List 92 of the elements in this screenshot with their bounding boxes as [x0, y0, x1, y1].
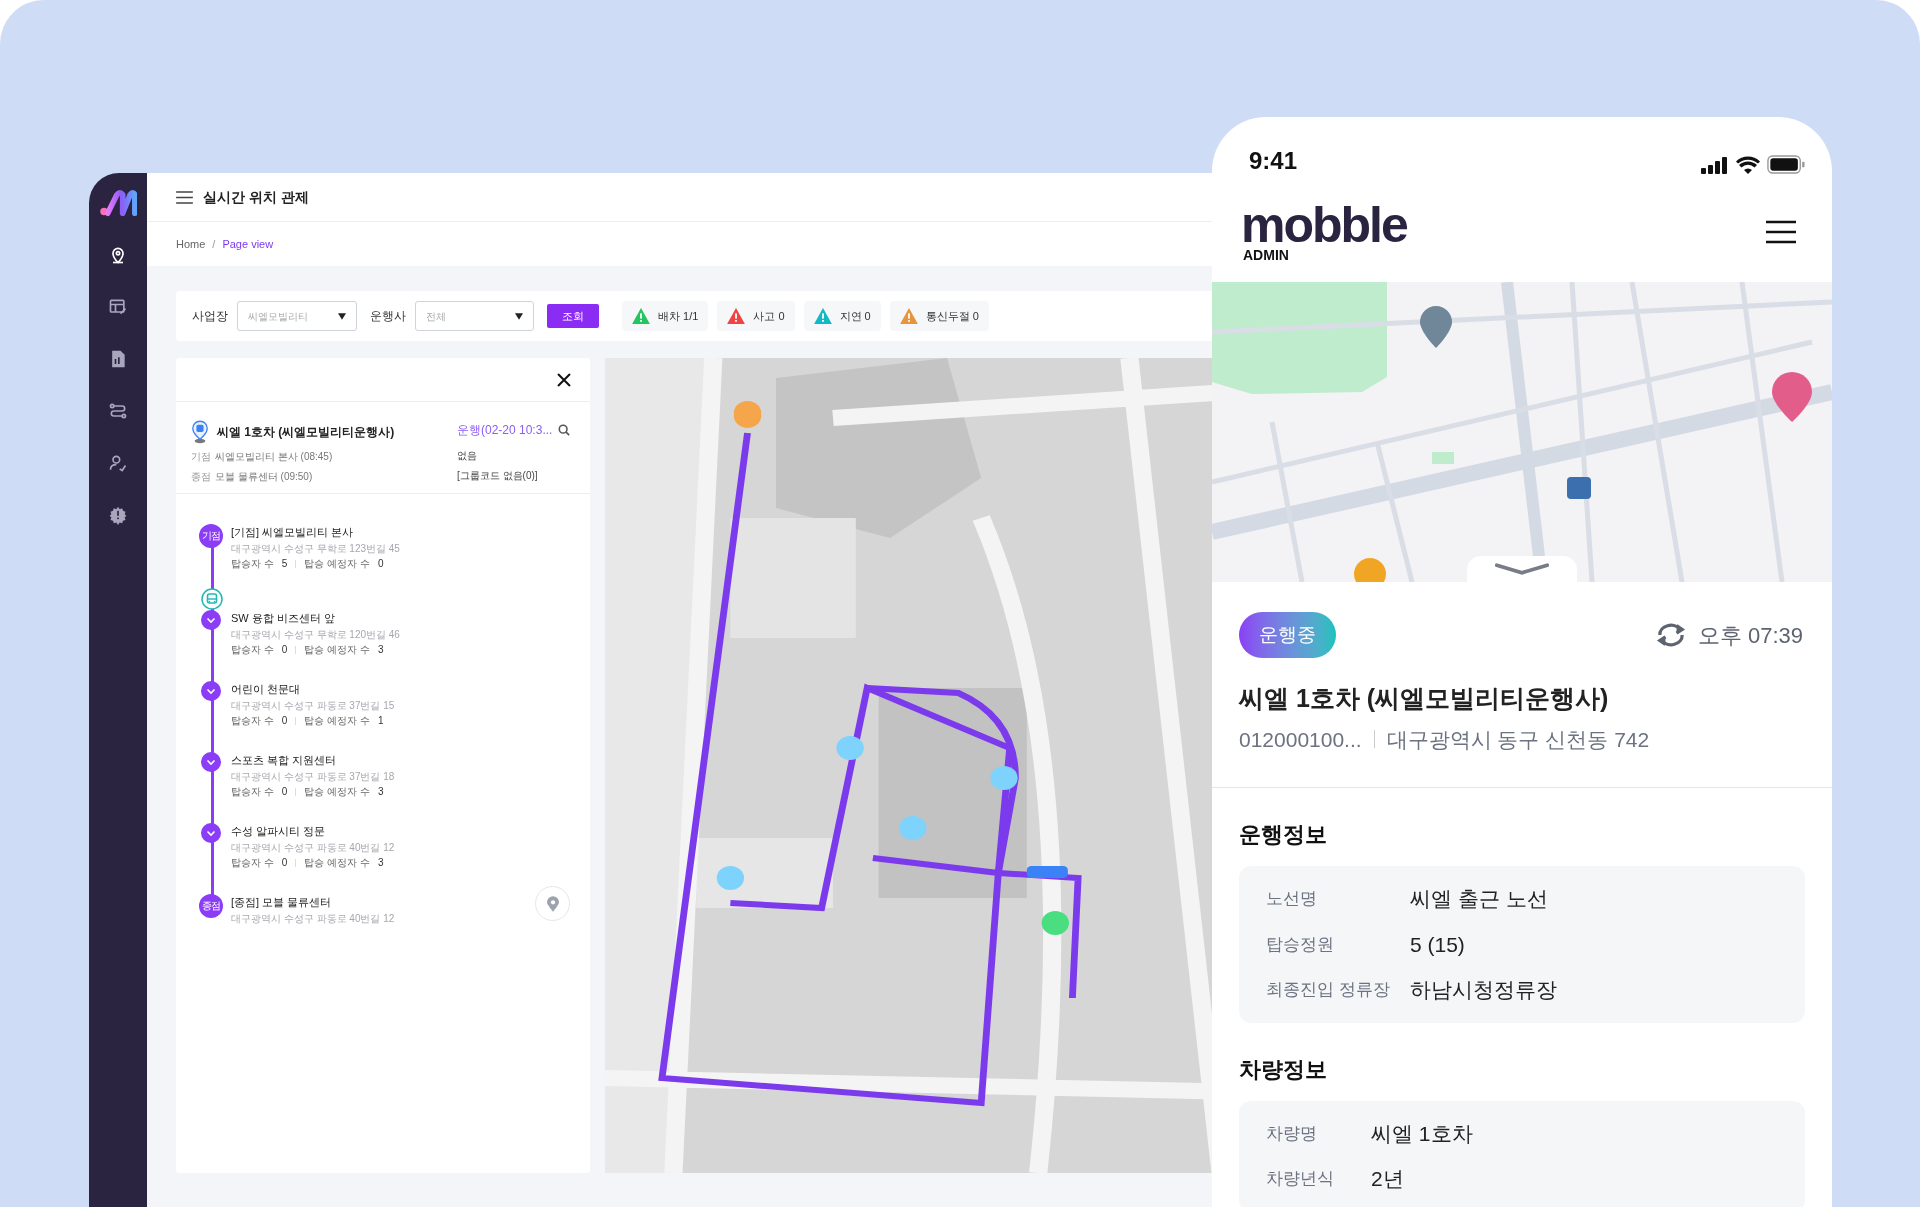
- count-label: 탑승자 수: [231, 714, 274, 728]
- bus-pin-icon: [191, 420, 209, 444]
- info-value: 하남시청정류장: [1410, 977, 1557, 1003]
- info-label: 차량명: [1266, 1122, 1318, 1145]
- vehicle-address: 대구광역시 동구 신천동 742: [1386, 726, 1650, 753]
- chevron-stop-icon[interactable]: [201, 823, 221, 843]
- caret-icon: [338, 312, 346, 320]
- caret-icon: [515, 312, 523, 320]
- filter-label: 운행사: [370, 308, 406, 325]
- chevron-stop-icon[interactable]: [201, 610, 221, 630]
- page-title: 실시간 위치 관제: [203, 187, 309, 207]
- search-button[interactable]: 조회: [547, 304, 599, 328]
- stop-name: 스포츠 복합 지원센터: [231, 753, 338, 768]
- menu-icon[interactable]: [1766, 220, 1796, 244]
- signal-icon: [1701, 155, 1729, 174]
- battery-icon: [1767, 155, 1805, 174]
- stop-name: SW 융합 비즈센터 앞: [231, 611, 336, 626]
- count-label: 탑승 예정자 수: [304, 643, 370, 657]
- count-label: 탑승 예정자 수: [304, 785, 370, 799]
- count-value: 0: [281, 785, 288, 799]
- count-value: 0: [281, 643, 288, 657]
- chip-label: 배차 1/1: [658, 308, 699, 324]
- info-value: 2년: [1371, 1166, 1404, 1192]
- logo-icon: [99, 189, 137, 217]
- info-label: 탑승정원: [1266, 933, 1335, 956]
- count-value: 0: [281, 714, 288, 728]
- brand-logo: mobble: [1241, 202, 1407, 248]
- count-value: 5: [281, 557, 288, 571]
- stop-address: 대구광역시 수성구 파동로 40번길 12: [231, 841, 395, 855]
- wifi-icon: [1736, 155, 1760, 174]
- vehicle-title: 씨엘 1호차 (씨엘모빌리티운행사): [217, 424, 395, 441]
- stop-marker: 종점: [199, 894, 223, 918]
- chip-label: 지연 0: [839, 308, 871, 324]
- field-value: 모블 물류센터 (09:50): [215, 470, 313, 484]
- note-text: 없음: [457, 449, 478, 463]
- chip-label: 통신두절 0: [925, 308, 979, 324]
- status-time: 9:41: [1249, 146, 1298, 176]
- chip-label: 사고 0: [753, 308, 785, 324]
- stop-name: [기점] 씨엘모빌리티 본사: [231, 525, 355, 540]
- status-badge: 운행중: [1239, 612, 1336, 658]
- close-icon[interactable]: [557, 372, 571, 387]
- trip-status-link[interactable]: 운행(02-20 10:3...: [457, 421, 553, 439]
- breadcrumb-separator: /: [212, 236, 216, 252]
- breadcrumb-link[interactable]: Page view: [222, 235, 274, 253]
- section-title: 운행정보: [1239, 821, 1328, 849]
- menu-icon[interactable]: [176, 190, 193, 204]
- stop-name: 어린이 천문대: [231, 682, 302, 697]
- device-id: 012000100...: [1239, 726, 1362, 753]
- location-pin-icon: [546, 895, 559, 912]
- field-label: 종점: [191, 470, 211, 484]
- field-label: 기점: [191, 450, 211, 464]
- field-value: 씨엘모빌리티 본사 (08:45): [215, 450, 333, 464]
- stop-address: 대구광역시 수성구 무학로 123번길 45: [231, 542, 400, 556]
- count-label: 탑승 예정자 수: [304, 557, 370, 571]
- stop-marker: 기점: [199, 524, 223, 548]
- count-label: 탑승 예정자 수: [304, 714, 370, 728]
- info-value: 5 (15): [1410, 931, 1465, 958]
- count-value: 0: [281, 856, 288, 870]
- updated-time: 오후 07:39: [1697, 621, 1803, 650]
- info-value: 씨엘 1호차: [1371, 1120, 1473, 1147]
- count-value: 3: [377, 856, 384, 870]
- breadcrumb-link[interactable]: Home: [176, 235, 206, 253]
- stop-address: 대구광역시 수성구 파동로 37번길 15: [231, 699, 395, 713]
- dropdown-value: 씨엘모빌리티: [248, 309, 308, 324]
- count-value: 3: [377, 643, 384, 657]
- bus-icon: [201, 588, 223, 610]
- chevron-stop-icon[interactable]: [201, 752, 221, 772]
- info-label: 노선명: [1266, 888, 1318, 910]
- count-label: 탑승자 수: [231, 643, 274, 657]
- count-value: 1: [377, 714, 384, 728]
- vehicle-title: 씨엘 1호차 (씨엘모빌리티운행사): [1239, 683, 1610, 714]
- chevron-stop-icon[interactable]: [201, 681, 221, 701]
- stop-address: 대구광역시 수성구 파동로 37번길 18: [231, 770, 395, 784]
- info-label: 최종진입 정류장: [1266, 979, 1391, 1001]
- group-code-text: [그룹코드 없음(0)]: [457, 469, 539, 483]
- stop-address: 대구광역시 수성구 파동로 40번길 12: [231, 912, 395, 926]
- info-label: 차량년식: [1266, 1168, 1335, 1190]
- stop-name: [종점] 모블 물류센터: [231, 895, 333, 910]
- count-label: 탑승자 수: [231, 785, 274, 799]
- section-title: 차량정보: [1239, 1055, 1328, 1084]
- dropdown-value: 전체: [426, 309, 446, 324]
- filter-label: 사업장: [192, 308, 228, 325]
- count-label: 탑승자 수: [231, 557, 274, 571]
- count-label: 탑승자 수: [231, 856, 274, 870]
- count-label: 탑승 예정자 수: [304, 856, 370, 870]
- count-value: 3: [377, 785, 384, 799]
- stop-name: 수성 알파시티 정문: [231, 824, 327, 839]
- info-value: 씨엘 출근 노선: [1410, 886, 1548, 912]
- brand-subtitle: ADMIN: [1242, 248, 1290, 262]
- stop-address: 대구광역시 수성구 무학로 120번길 46: [231, 628, 400, 642]
- count-value: 0: [377, 557, 384, 571]
- search-icon[interactable]: [558, 424, 571, 436]
